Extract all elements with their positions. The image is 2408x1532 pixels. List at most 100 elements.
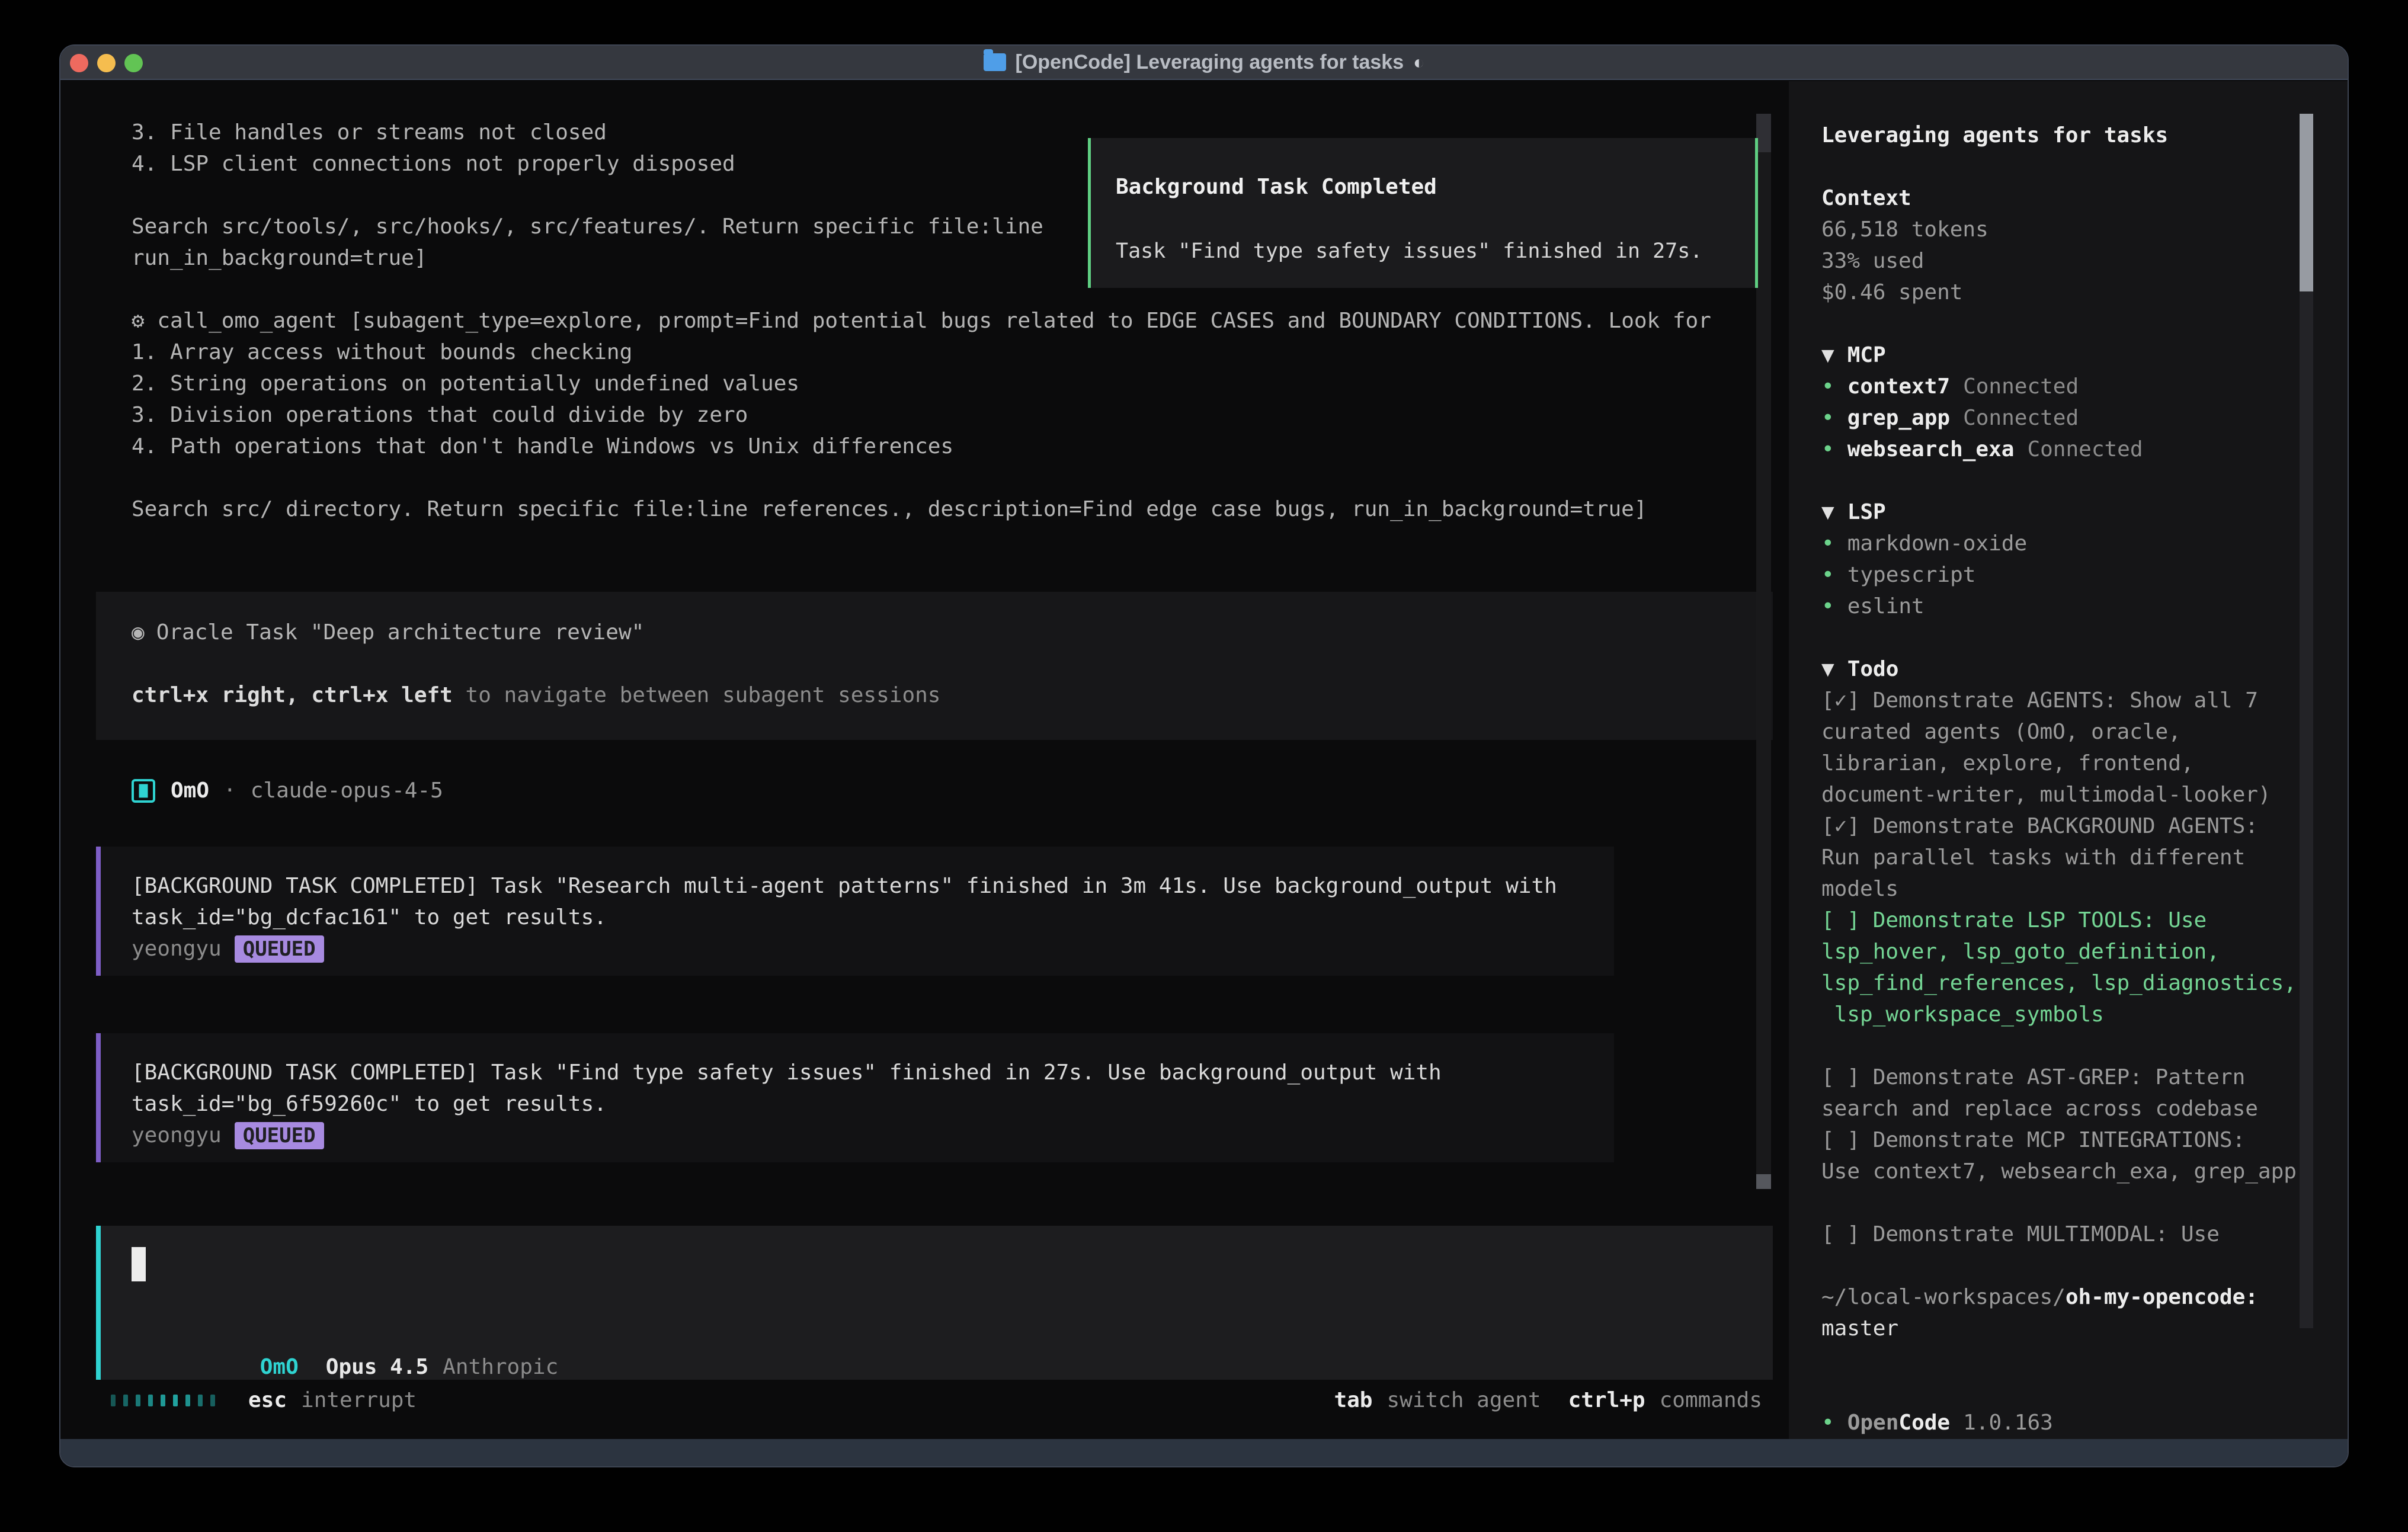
message-author: yeongyu — [132, 1123, 222, 1148]
status-dot-icon: • — [1821, 1411, 1834, 1435]
message-line: [BACKGROUND TASK COMPLETED] Task "Resear… — [132, 870, 1614, 902]
oracle-task-title: ◉Oracle Task "Deep architecture review" — [132, 617, 1773, 648]
todo-item-line-active: lsp_workspace_symbols — [1821, 999, 2348, 1030]
background-task-message: [BACKGROUND TASK COMPLETED] Task "Resear… — [96, 847, 1614, 976]
todo-section-header[interactable]: ▼Todo — [1821, 653, 2348, 685]
message-meta: yeongyu QUEUED — [132, 1120, 1614, 1151]
agent-checkbox-icon — [132, 779, 155, 803]
subagent-navigation-hint: ctrl+x right, ctrl+x left to navigate be… — [132, 680, 1773, 711]
main-scrollbar-track[interactable] — [1756, 114, 1771, 1174]
model-provider: Anthropic — [443, 1355, 558, 1379]
oracle-icon: ◉ — [132, 620, 145, 645]
todo-item-line: Use context7, websearch_exa, grep_app — [1821, 1156, 2348, 1187]
text-line — [132, 648, 1773, 680]
assistant-output-block: 3. File handles or streams not closed 4.… — [132, 117, 1043, 274]
prompt-input[interactable]: OmOOpus 4.5Anthropic — [96, 1226, 1773, 1380]
message-author: yeongyu — [132, 937, 222, 961]
status-dot-icon: • — [1821, 563, 1834, 587]
working-spinner — [111, 1395, 215, 1406]
spinner-dot — [198, 1395, 203, 1406]
queued-status-badge: QUEUED — [235, 935, 324, 963]
context-heading: Context — [1821, 182, 2348, 214]
todo-item-line: Run parallel tasks with different — [1821, 842, 2348, 873]
oracle-task-panel: ◉Oracle Task "Deep architecture review" … — [96, 592, 1773, 740]
esc-key-hint: esc — [248, 1388, 287, 1412]
folder-icon — [984, 53, 1006, 71]
text-cursor — [132, 1247, 146, 1281]
text-line: 4. LSP client connections not properly d… — [132, 148, 1043, 180]
model-status-line: OmOOpus 4.5Anthropic — [132, 1320, 558, 1351]
spinner-dot — [136, 1395, 140, 1406]
model-name: Opus 4.5 — [326, 1355, 428, 1379]
tab-key-label: switch agent — [1386, 1388, 1541, 1412]
status-dot-icon: • — [1821, 594, 1834, 618]
main-scrollbar-marker[interactable] — [1756, 1174, 1771, 1189]
git-branch: master — [1821, 1313, 2348, 1344]
text-line: 2. String operations on potentially unde… — [132, 368, 1711, 399]
tool-call-block: ⚙ call_omo_agent [subagent_type=explore,… — [132, 305, 1711, 525]
lsp-item: •eslint — [1821, 591, 2348, 622]
lsp-section-header[interactable]: ▼LSP — [1821, 496, 2348, 528]
mcp-item: •grep_appConnected — [1821, 402, 2348, 434]
text-line: 3. Division operations that could divide… — [132, 399, 1711, 431]
ctrlp-key-hint: ctrl+p — [1568, 1388, 1645, 1412]
agent-name: OmO — [171, 778, 209, 803]
todo-item-line-active: [ ] Demonstrate LSP TOOLS: Use — [1821, 905, 2348, 936]
background-task-toast: Background Task Completed Task "Find typ… — [1088, 138, 1758, 288]
spinner-dot — [210, 1395, 215, 1406]
app-window: [OpenCode] Leveraging agents for tasks ◐… — [59, 44, 2349, 1467]
status-bar: esc interrupt tab switch agent ctrl+p co… — [111, 1384, 1762, 1416]
moon-icon: ◐ — [1413, 52, 1424, 73]
zoom-window-button[interactable] — [124, 54, 143, 72]
todo-item-line: librarian, explore, frontend, — [1821, 748, 2348, 779]
todo-item-line: [ ] Demonstrate MULTIMODAL: Use — [1821, 1219, 2348, 1250]
message-line: [BACKGROUND TASK COMPLETED] Task "Find t… — [132, 1057, 1614, 1088]
text-line: 3. File handles or streams not closed — [132, 117, 1043, 148]
text-line: 1. Array access without bounds checking — [132, 336, 1711, 368]
window-title: [OpenCode] Leveraging agents for tasks ◐ — [984, 51, 1425, 74]
window-bottom-edge — [60, 1439, 2348, 1466]
text-line: 4. Path operations that don't handle Win… — [132, 431, 1711, 462]
lsp-item: •markdown-oxide — [1821, 528, 2348, 559]
spinner-dot — [161, 1395, 165, 1406]
text-line: Search src/ directory. Return specific f… — [132, 493, 1711, 525]
sidebar-scrollbar-track[interactable] — [2300, 114, 2313, 1328]
spinner-dot — [123, 1395, 128, 1406]
mcp-item: •websearch_exaConnected — [1821, 434, 2348, 465]
sidebar-scrollbar-thumb[interactable] — [2300, 114, 2313, 291]
collapse-arrow-icon: ▼ — [1821, 657, 1834, 681]
text-line — [132, 180, 1043, 211]
title-bar[interactable]: [OpenCode] Leveraging agents for tasks ◐ — [60, 46, 2348, 80]
chat-transcript-pane: 3. File handles or streams not closed 4.… — [60, 81, 1789, 1439]
gear-icon: ⚙ — [132, 309, 145, 333]
context-tokens: 66,518 tokens — [1821, 214, 2348, 245]
agent-model: claude-opus-4-5 — [251, 778, 443, 803]
todo-item-line: models — [1821, 873, 2348, 905]
text-line: run_in_background=true] — [132, 242, 1043, 274]
status-dot-icon: • — [1821, 406, 1834, 430]
todo-item-line: curated agents (OmO, oracle, — [1821, 716, 2348, 748]
window-title-text: [OpenCode] Leveraging agents for tasks — [1016, 51, 1404, 74]
todo-item-line-active: lsp_find_references, lsp_diagnostics, — [1821, 967, 2348, 999]
context-spent: $0.46 spent — [1821, 277, 2348, 308]
main-scrollbar-thumb[interactable] — [1756, 114, 1771, 152]
todo-item-line: search and replace across codebase — [1821, 1093, 2348, 1124]
minimize-window-button[interactable] — [97, 54, 116, 72]
ctrlp-key-label: commands — [1660, 1388, 1762, 1412]
toast-body: Task "Find type safety issues" finished … — [1116, 239, 1731, 263]
close-window-button[interactable] — [70, 54, 88, 72]
todo-item-line-active: lsp_hover, lsp_goto_definition, — [1821, 936, 2348, 967]
spinner-dot — [111, 1395, 116, 1406]
queued-status-badge: QUEUED — [235, 1122, 324, 1149]
workspace-path: ~/local-workspaces/oh-my-opencode: — [1821, 1281, 2348, 1313]
separator-dot: · — [223, 778, 236, 803]
spinner-dot — [148, 1395, 153, 1406]
mcp-item: •context7Connected — [1821, 371, 2348, 402]
opencode-version: •OpenCode1.0.163 — [1821, 1407, 2348, 1438]
collapse-arrow-icon: ▼ — [1821, 343, 1834, 367]
mcp-section-header[interactable]: ▼MCP — [1821, 339, 2348, 371]
todo-item-line: [✓] Demonstrate AGENTS: Show all 7 — [1821, 685, 2348, 716]
text-line: Search src/tools/, src/hooks/, src/featu… — [132, 211, 1043, 242]
session-sidebar: Leveraging agents for tasks Context 66,5… — [1789, 81, 2348, 1439]
tab-key-hint: tab — [1334, 1388, 1372, 1412]
